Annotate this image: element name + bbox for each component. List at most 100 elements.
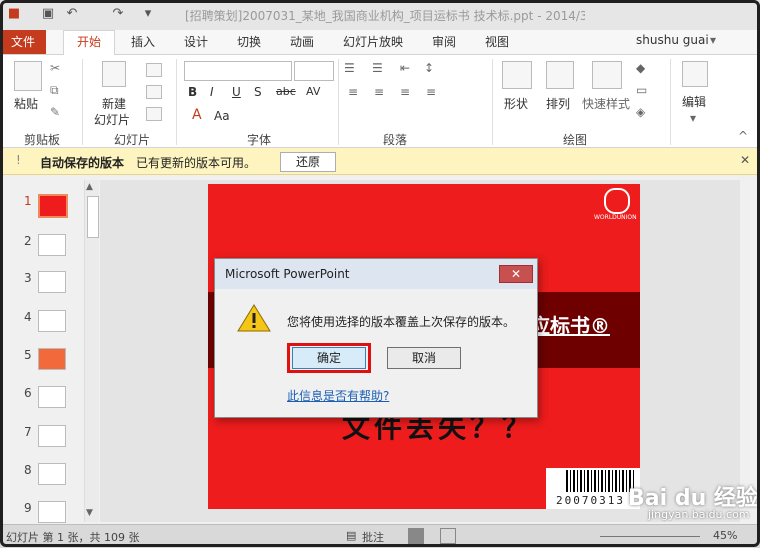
group-slides: 幻灯片 — [113, 133, 150, 147]
cut-icon[interactable]: ✂ — [50, 61, 60, 75]
tab-design[interactable]: 设计 — [184, 33, 208, 50]
fill-icon[interactable]: ◆ — [636, 61, 645, 75]
dialog-title: Microsoft PowerPoint — [225, 267, 350, 281]
ribbon-divider — [492, 59, 493, 145]
slide-thumbnail-5[interactable] — [38, 348, 66, 370]
zoom-level[interactable]: 45% — [713, 529, 737, 542]
redo-icon[interactable]: ↷ — [110, 6, 126, 22]
align-center-icon[interactable]: ≡ — [374, 85, 384, 99]
close-bar-icon[interactable]: ✕ — [740, 153, 750, 167]
slide-thumbnail-2[interactable] — [38, 234, 66, 256]
thumbnail-number: 4 — [24, 310, 32, 324]
status-bar: 幻灯片 第 1 张，共 109 张 ▤ 批注 45% — [0, 524, 760, 548]
shape-button[interactable]: 形状 — [504, 95, 528, 112]
strikethrough-button[interactable]: abc — [276, 85, 296, 98]
bullets-icon[interactable]: ☰ — [344, 61, 355, 75]
edit-button[interactable]: 编辑 — [682, 93, 706, 110]
tab-file[interactable]: 文件 — [0, 30, 46, 54]
new-slide-icon[interactable] — [102, 61, 126, 87]
indent-icon[interactable]: ⇤ — [400, 61, 410, 75]
slide-count-status: 幻灯片 第 1 张，共 109 张 — [6, 531, 140, 544]
restore-button[interactable]: 还原 — [280, 152, 336, 172]
user-dropdown-icon[interactable]: ▾ — [710, 33, 716, 47]
tab-slideshow[interactable]: 幻灯片放映 — [343, 33, 403, 50]
font-color-icon[interactable]: A — [192, 107, 202, 123]
new-slide-label-2[interactable]: 幻灯片 — [94, 111, 130, 128]
group-font: 字体 — [246, 133, 271, 147]
shape-icon[interactable] — [502, 61, 532, 89]
edit-dropdown-icon[interactable]: ▾ — [690, 111, 696, 125]
autosave-title: 自动保存的版本 — [40, 156, 125, 170]
italic-button[interactable]: I — [210, 85, 214, 99]
cancel-button[interactable]: 取消 — [387, 347, 461, 369]
slide-thumbnail-1[interactable] — [38, 194, 68, 218]
tab-insert[interactable]: 插入 — [131, 33, 155, 50]
align-right-icon[interactable]: ≡ — [400, 85, 410, 99]
font-size-select[interactable] — [294, 61, 334, 81]
binoculars-icon[interactable] — [682, 61, 708, 87]
arrange-icon[interactable] — [546, 61, 574, 89]
paste-icon[interactable] — [14, 61, 42, 91]
bold-button[interactable]: B — [188, 85, 197, 99]
notes-button[interactable]: 批注 — [362, 529, 384, 545]
underline-button[interactable]: U — [232, 85, 241, 99]
ok-button[interactable]: 确定 — [292, 347, 366, 369]
help-link[interactable]: 此信息是否有帮助? — [287, 387, 389, 404]
outline-icon[interactable]: ▭ — [636, 83, 647, 97]
window-title: [招聘策划]2007031_某地_我国商业机构_项目运标书 技术标.ppt - … — [185, 9, 585, 23]
font-name-select[interactable] — [184, 61, 292, 81]
slide-thumbnail-8[interactable] — [38, 463, 66, 485]
arrange-button[interactable]: 排列 — [546, 95, 570, 112]
section-icon[interactable] — [146, 107, 162, 121]
thumbnail-number: 3 — [24, 271, 32, 285]
save-icon[interactable]: ▣ — [40, 6, 56, 22]
line-spacing-icon[interactable]: ↕ — [424, 61, 434, 75]
slide-thumbnail-9[interactable] — [38, 501, 66, 523]
barcode-number: 20070313 — [556, 494, 625, 507]
tab-home[interactable]: 开始 — [63, 30, 115, 56]
user-name[interactable]: shushu guai — [636, 33, 709, 47]
paste-button[interactable]: 粘贴 — [14, 95, 38, 112]
shadow-button[interactable]: S — [254, 85, 262, 99]
scroll-thumb[interactable] — [87, 196, 99, 238]
scroll-down-icon[interactable]: ▼ — [86, 508, 93, 518]
quick-style-icon[interactable] — [592, 61, 622, 89]
powerpoint-logo-icon: ■ — [7, 6, 21, 21]
autosave-bar: ! 自动保存的版本 已有更新的版本可用。 还原 ✕ — [0, 148, 760, 175]
notes-icon[interactable]: ▤ — [346, 529, 356, 542]
undo-icon[interactable]: ↶ — [64, 6, 80, 22]
tab-view[interactable]: 视图 — [485, 33, 509, 50]
copy-icon[interactable]: ⧉ — [50, 83, 59, 98]
new-slide-label-1[interactable]: 新建 — [102, 95, 126, 112]
slide-title-fragment: 应标书® — [530, 314, 610, 338]
quick-style-button[interactable]: 快速样式 — [582, 95, 630, 112]
scroll-up-icon[interactable]: ▲ — [86, 182, 93, 192]
sorter-view-icon[interactable] — [440, 528, 456, 544]
thumbnail-scrollbar[interactable]: ▲ ▼ — [84, 180, 99, 522]
collapse-ribbon-icon[interactable]: ^ — [738, 129, 748, 143]
align-left-icon[interactable]: ≡ — [348, 85, 358, 99]
normal-view-icon[interactable] — [408, 528, 424, 544]
zoom-slider[interactable] — [600, 536, 700, 537]
slide-thumbnail-6[interactable] — [38, 386, 66, 408]
spacing-button[interactable]: AV — [306, 85, 320, 98]
tab-transitions[interactable]: 切换 — [237, 33, 261, 50]
layout-icon[interactable] — [146, 63, 162, 77]
slide-thumbnail-3[interactable] — [38, 271, 66, 293]
watermark-url: jingyan.baidu.com — [648, 508, 750, 521]
customize-icon[interactable]: ▾ — [140, 6, 156, 22]
thumbnail-number: 7 — [24, 425, 32, 439]
effects-icon[interactable]: ◈ — [636, 105, 645, 119]
info-icon: ! — [16, 153, 21, 167]
tab-animations[interactable]: 动画 — [290, 33, 314, 50]
dialog-close-button[interactable]: ✕ — [499, 265, 533, 283]
format-painter-icon[interactable]: ✎ — [50, 105, 60, 119]
slide-thumbnail-4[interactable] — [38, 310, 66, 332]
change-case-button[interactable]: Aa — [214, 109, 230, 123]
slide-thumbnail-7[interactable] — [38, 425, 66, 447]
tab-review[interactable]: 审阅 — [432, 33, 456, 50]
restore-confirm-dialog: Microsoft PowerPoint ✕ 您将使用选择的版本覆盖上次保存的版… — [214, 258, 538, 418]
numbering-icon[interactable]: ☰ — [372, 61, 383, 75]
reset-icon[interactable] — [146, 85, 162, 99]
justify-icon[interactable]: ≡ — [426, 85, 436, 99]
